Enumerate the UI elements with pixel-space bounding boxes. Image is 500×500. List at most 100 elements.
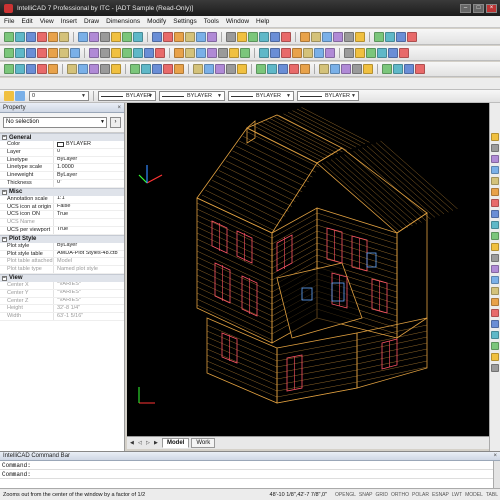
view-tool-icon[interactable] bbox=[388, 48, 398, 58]
selection-select[interactable]: No selection ▼ bbox=[3, 117, 107, 128]
standard-tool-icon[interactable] bbox=[259, 31, 269, 42]
menu-draw[interactable]: Draw bbox=[84, 18, 99, 25]
property-value[interactable]: Named plot style bbox=[54, 266, 124, 273]
draw-tool-icon[interactable] bbox=[330, 64, 340, 74]
standard-tool-icon[interactable] bbox=[311, 31, 321, 42]
modify-tool-icon[interactable] bbox=[491, 287, 499, 295]
draw-tool-icon[interactable] bbox=[89, 64, 99, 74]
draw-tool-icon[interactable] bbox=[141, 64, 151, 74]
section-header[interactable]: − View bbox=[0, 273, 124, 282]
last-tab-icon[interactable]: ▶ bbox=[154, 440, 160, 447]
property-row[interactable]: Center Y *VARIES* bbox=[0, 289, 124, 298]
standard-tool-icon[interactable] bbox=[396, 31, 406, 42]
property-value[interactable]: 1.0000 bbox=[54, 164, 124, 171]
view-tool-icon[interactable] bbox=[314, 48, 324, 58]
property-value[interactable]: *VARIES* bbox=[54, 298, 124, 305]
modify-tool-icon[interactable] bbox=[491, 254, 499, 262]
modify-tool-icon[interactable] bbox=[491, 144, 499, 152]
property-value[interactable]: AMDA-Plot Styles-48.ctb bbox=[54, 251, 124, 258]
menu-modify[interactable]: Modify bbox=[147, 18, 166, 25]
layer-select[interactable]: 0 ▼ bbox=[29, 91, 89, 101]
standard-tool-icon[interactable] bbox=[374, 31, 384, 42]
view-tool-icon[interactable] bbox=[240, 48, 250, 58]
modify-tool-icon[interactable] bbox=[491, 331, 499, 339]
color-select[interactable]: BYLAYER ▼ bbox=[98, 91, 156, 101]
draw-tool-icon[interactable] bbox=[174, 64, 184, 74]
section-header[interactable]: − Misc bbox=[0, 187, 124, 196]
draw-tool-icon[interactable] bbox=[193, 64, 203, 74]
standard-tool-icon[interactable] bbox=[37, 31, 47, 42]
draw-tool-icon[interactable] bbox=[256, 64, 266, 74]
draw-tool-icon[interactable] bbox=[26, 64, 36, 74]
standard-tool-icon[interactable] bbox=[15, 31, 25, 42]
view-tool-icon[interactable] bbox=[270, 48, 280, 58]
standard-tool-icon[interactable] bbox=[237, 31, 247, 42]
draw-tool-icon[interactable] bbox=[67, 64, 77, 74]
view-tool-icon[interactable] bbox=[15, 48, 25, 58]
property-row[interactable]: Color BYLAYER bbox=[0, 141, 124, 149]
view-tool-icon[interactable] bbox=[207, 48, 217, 58]
standard-tool-icon[interactable] bbox=[111, 31, 121, 42]
command-input[interactable]: Command: bbox=[0, 470, 500, 479]
status-toggle-opengl[interactable]: OPENGL bbox=[335, 492, 356, 498]
property-row[interactable]: Center Z *VARIES* bbox=[0, 297, 124, 306]
menu-dimensions[interactable]: Dimensions bbox=[106, 18, 140, 25]
standard-tool-icon[interactable] bbox=[248, 31, 258, 42]
lineweight-select[interactable]: BYLAYER ▼ bbox=[228, 91, 294, 101]
draw-tool-icon[interactable] bbox=[130, 64, 140, 74]
standard-tool-icon[interactable] bbox=[281, 31, 291, 42]
collapse-icon[interactable]: − bbox=[2, 236, 7, 242]
view-tool-icon[interactable] bbox=[70, 48, 80, 58]
standard-tool-icon[interactable] bbox=[207, 31, 217, 42]
standard-tool-icon[interactable] bbox=[196, 31, 206, 42]
property-value[interactable]: False bbox=[54, 204, 124, 211]
standard-tool-icon[interactable] bbox=[48, 31, 58, 42]
property-row[interactable]: Center X *VARIES* bbox=[0, 281, 124, 290]
draw-tool-icon[interactable] bbox=[382, 64, 392, 74]
view-tool-icon[interactable] bbox=[144, 48, 154, 58]
view-tool-icon[interactable] bbox=[48, 48, 58, 58]
modify-tool-icon[interactable] bbox=[491, 188, 499, 196]
draw-tool-icon[interactable] bbox=[289, 64, 299, 74]
modify-tool-icon[interactable] bbox=[491, 298, 499, 306]
maximize-button[interactable]: □ bbox=[473, 3, 484, 13]
property-value[interactable]: 32'-8 1/4" bbox=[54, 305, 124, 312]
draw-tool-icon[interactable] bbox=[152, 64, 162, 74]
menu-file[interactable]: File bbox=[4, 18, 14, 25]
tab-model[interactable]: Model bbox=[162, 438, 190, 448]
property-value[interactable]: 1:1 bbox=[54, 196, 124, 203]
status-toggle-ortho[interactable]: ORTHO bbox=[391, 492, 409, 498]
view-tool-icon[interactable] bbox=[26, 48, 36, 58]
property-row[interactable]: Height 32'-8 1/4" bbox=[0, 305, 124, 314]
view-tool-icon[interactable] bbox=[100, 48, 110, 58]
modify-tool-icon[interactable] bbox=[491, 199, 499, 207]
view-tool-icon[interactable] bbox=[377, 48, 387, 58]
view-tool-icon[interactable] bbox=[303, 48, 313, 58]
draw-tool-icon[interactable] bbox=[352, 64, 362, 74]
modify-tool-icon[interactable] bbox=[491, 177, 499, 185]
menu-tools[interactable]: Tools bbox=[204, 18, 219, 25]
tab-work[interactable]: Work bbox=[191, 438, 216, 448]
standard-tool-icon[interactable] bbox=[385, 31, 395, 42]
status-toggle-esnap[interactable]: ESNAP bbox=[432, 492, 449, 498]
modify-tool-icon[interactable] bbox=[491, 221, 499, 229]
close-button[interactable]: × bbox=[486, 3, 497, 13]
draw-tool-icon[interactable] bbox=[4, 64, 14, 74]
modify-tool-icon[interactable] bbox=[491, 210, 499, 218]
standard-tool-icon[interactable] bbox=[300, 31, 310, 42]
property-row[interactable]: Linetype scale 1.0000 bbox=[0, 164, 124, 173]
standard-tool-icon[interactable] bbox=[185, 31, 195, 42]
quick-select-button[interactable]: › bbox=[110, 117, 121, 128]
property-value[interactable]: True bbox=[54, 227, 124, 234]
standard-tool-icon[interactable] bbox=[407, 31, 417, 42]
status-toggle-tabl[interactable]: TABL bbox=[486, 492, 498, 498]
property-value[interactable]: BYLAYER bbox=[54, 141, 124, 148]
property-value[interactable]: True bbox=[54, 211, 124, 218]
draw-tool-icon[interactable] bbox=[48, 64, 58, 74]
layer-manager-icon[interactable] bbox=[4, 91, 14, 101]
modify-tool-icon[interactable] bbox=[491, 364, 499, 372]
property-value[interactable]: ByLayer bbox=[54, 172, 124, 179]
section-header[interactable]: − Plot Style bbox=[0, 234, 124, 243]
property-row[interactable]: Thickness 0" bbox=[0, 179, 124, 188]
property-row[interactable]: UCS per viewport True bbox=[0, 226, 124, 235]
